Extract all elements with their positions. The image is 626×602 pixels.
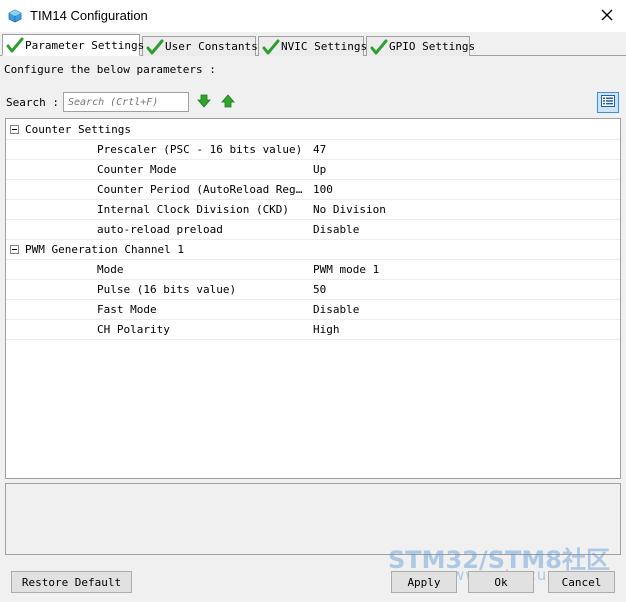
search-previous-button[interactable] [219, 93, 237, 111]
tab-parameter-settings[interactable]: Parameter Settings [2, 34, 144, 56]
param-value[interactable]: High [313, 323, 340, 336]
param-value[interactable]: Disable [313, 223, 359, 236]
search-label: Search : [6, 95, 59, 109]
tab-label: NVIC Settings [281, 40, 368, 53]
table-row[interactable]: Fast Mode Disable [6, 300, 620, 320]
param-name: Mode [97, 263, 124, 276]
check-icon [370, 38, 388, 56]
param-name: Counter Period (AutoReload Regis... [97, 183, 307, 196]
arrow-up-icon [221, 93, 235, 111]
search-next-button[interactable] [195, 93, 213, 111]
tab-label: User Constants [165, 40, 258, 53]
param-name: Pulse (16 bits value) [97, 283, 237, 296]
param-name: auto-reload preload [97, 223, 223, 236]
param-value[interactable]: 47 [313, 143, 326, 156]
arrow-down-icon [197, 94, 211, 111]
list-view-icon [601, 95, 615, 110]
table-row[interactable]: Counter Mode Up [6, 160, 620, 180]
param-name: CH Polarity [97, 323, 170, 336]
group-pwm-generation-channel-1[interactable]: PWM Generation Channel 1 [6, 240, 620, 260]
check-icon [146, 38, 164, 56]
table-row[interactable]: Mode PWM mode 1 [6, 260, 620, 280]
window-title: TIM14 Configuration [30, 8, 148, 23]
close-button[interactable] [594, 4, 620, 28]
apply-button[interactable]: Apply [391, 571, 457, 593]
table-row[interactable]: Internal Clock Division (CKD) No Divisio… [6, 200, 620, 220]
ok-button[interactable]: Ok [468, 571, 534, 593]
description-panel [5, 483, 621, 555]
group-label: PWM Generation Channel 1 [25, 243, 184, 256]
param-value[interactable]: PWM mode 1 [313, 263, 379, 276]
group-label: Counter Settings [25, 123, 131, 136]
table-row[interactable]: auto-reload preload Disable [6, 220, 620, 240]
collapse-icon[interactable] [10, 245, 19, 254]
param-name: Fast Mode [97, 303, 157, 316]
cube-icon [8, 9, 22, 23]
table-row[interactable]: Counter Period (AutoReload Regis... 100 [6, 180, 620, 200]
check-icon [262, 38, 280, 56]
view-mode-button[interactable] [597, 92, 619, 113]
param-value[interactable]: 50 [313, 283, 326, 296]
group-counter-settings[interactable]: Counter Settings [6, 120, 620, 140]
parameter-tree: Counter Settings Prescaler (PSC - 16 bit… [5, 118, 621, 479]
close-icon [601, 9, 613, 24]
table-row[interactable]: CH Polarity High [6, 320, 620, 340]
param-name: Internal Clock Division (CKD) [97, 203, 290, 216]
collapse-icon[interactable] [10, 125, 19, 134]
param-name: Prescaler (PSC - 16 bits value) [97, 143, 303, 156]
cancel-button[interactable]: Cancel [548, 571, 615, 593]
table-row[interactable]: Prescaler (PSC - 16 bits value) 47 [6, 140, 620, 160]
tab-nvic-settings[interactable]: NVIC Settings [258, 36, 368, 56]
param-value[interactable]: 100 [313, 183, 333, 196]
param-name: Counter Mode [97, 163, 177, 176]
tab-gpio-settings[interactable]: GPIO Settings [366, 36, 475, 56]
search-input[interactable] [62, 92, 189, 112]
param-value[interactable]: Disable [313, 303, 359, 316]
configure-label: Configure the below parameters : [4, 63, 216, 76]
title-bar: TIM14 Configuration [0, 0, 626, 32]
table-row[interactable]: Pulse (16 bits value) 50 [6, 280, 620, 300]
check-icon [6, 36, 24, 54]
param-value[interactable]: Up [313, 163, 326, 176]
search-bar: Search : [6, 91, 237, 113]
tab-label: GPIO Settings [389, 40, 476, 53]
param-value[interactable]: No Division [313, 203, 386, 216]
tab-label: Parameter Settings [25, 38, 145, 52]
tab-user-constants[interactable]: User Constants [142, 36, 258, 56]
tab-bar: Parameter Settings User Constants NVIC S… [0, 34, 626, 56]
restore-default-button[interactable]: Restore Default [11, 571, 132, 593]
